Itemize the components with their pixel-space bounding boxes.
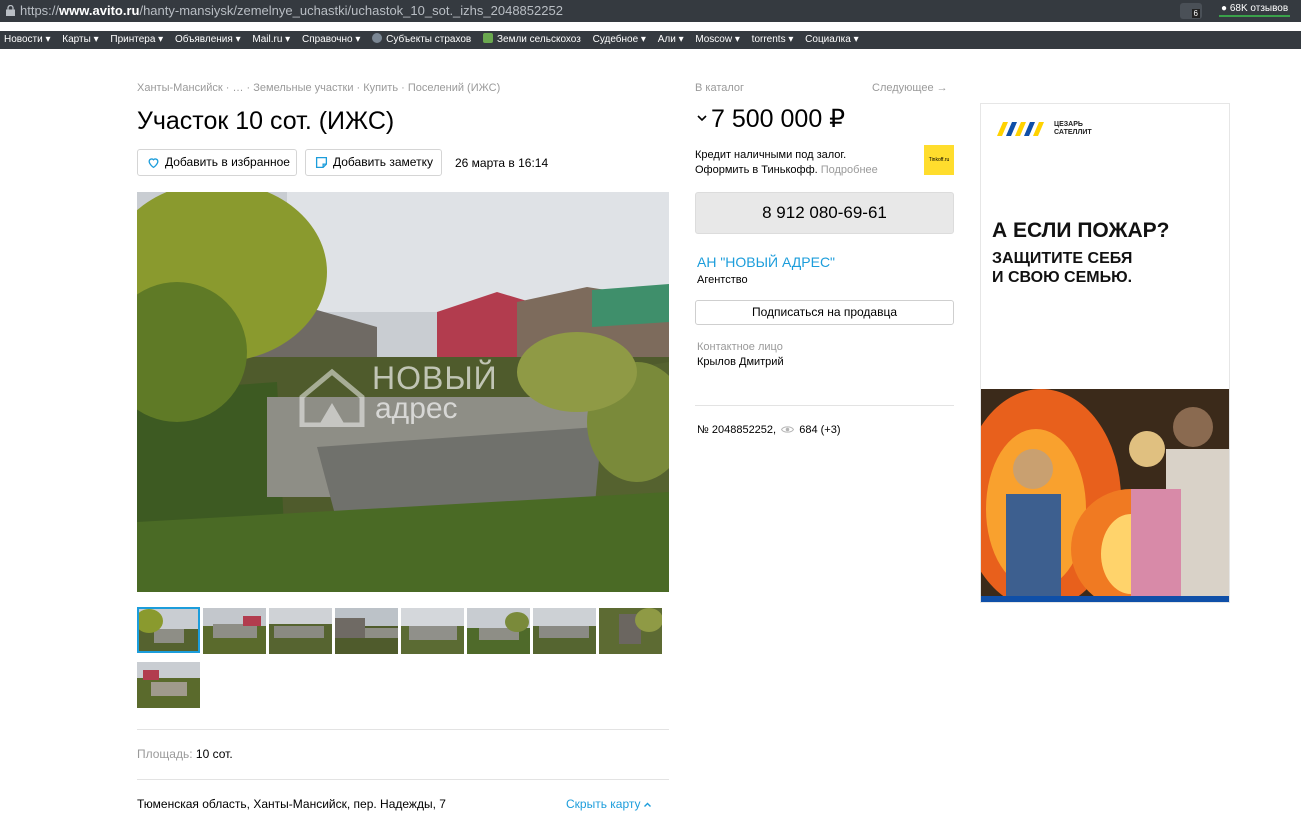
brand-stripes-icon xyxy=(997,122,1044,136)
bookmark-moscow[interactable]: Moscow ▾ xyxy=(695,31,739,49)
view-count: 684 (+3) xyxy=(799,424,841,436)
bookmark-ali[interactable]: Али ▾ xyxy=(658,31,684,49)
bookmark-farmland[interactable]: Земли сельскохоз xyxy=(483,31,581,49)
thumbnail[interactable] xyxy=(203,608,266,654)
browser-address-bar[interactable]: https://www.avito.ru/hanty-mansiysk/zeme… xyxy=(0,0,1301,22)
ad-headline: А ЕСЛИ ПОЖАР? xyxy=(992,219,1170,242)
watermark-text-2: адрес xyxy=(375,392,458,425)
bookmark-mailru[interactable]: Mail.ru ▾ xyxy=(252,31,290,49)
bookmarks-bar: Новости ▾ Карты ▾ Принтера ▾ Объявления … xyxy=(0,31,1301,49)
bookmark-printers[interactable]: Принтера ▾ xyxy=(110,31,163,49)
thumbnail[interactable] xyxy=(401,608,464,654)
thumbnail[interactable] xyxy=(137,662,200,708)
area-value: 10 сот. xyxy=(195,747,233,761)
seller-name-link[interactable]: АН "НОВЫЙ АДРЕС" xyxy=(697,254,835,270)
extension-badge: 6 xyxy=(1191,9,1200,18)
price[interactable]: 7 500 000 ₽ xyxy=(697,104,845,134)
reviews-badge[interactable]: ● 68K отзывов xyxy=(1219,2,1291,17)
divider xyxy=(137,729,669,730)
contact-name: Крылов Дмитрий xyxy=(697,356,784,368)
ad-banner[interactable]: ЦЕЗАРЬ САТЕЛЛИТ А ЕСЛИ ПОЖАР? ЗАЩИТИТЕ СЕ… xyxy=(980,103,1230,603)
subscribe-seller-button[interactable]: Подписаться на продавца xyxy=(695,300,954,325)
thumbnail[interactable] xyxy=(467,608,530,654)
credit-more-link[interactable]: Подробнее xyxy=(821,164,878,176)
lock-icon xyxy=(6,5,15,16)
globe-icon xyxy=(372,33,383,43)
show-phone-button[interactable]: 8 912 080-69-61 xyxy=(695,192,954,234)
contact-label: Контактное лицо xyxy=(697,341,783,353)
eye-icon xyxy=(781,426,795,433)
hide-map-link[interactable]: Скрыть карту xyxy=(566,797,651,811)
ad-brand: ЦЕЗАРЬ САТЕЛЛИТ xyxy=(1054,121,1092,136)
area-label: Площадь: xyxy=(137,747,193,761)
address: Тюменская область, Ханты-Мансийск, пер. … xyxy=(137,797,446,811)
chevron-down-icon xyxy=(697,115,707,122)
bookmark-news[interactable]: Новости ▾ xyxy=(4,31,51,49)
item-meta: № 2048852252, 684 (+3) xyxy=(697,424,841,436)
catalog-link[interactable]: В каталог xyxy=(695,82,744,94)
thumbnail[interactable] xyxy=(335,608,398,654)
publish-date: 26 марта в 16:14 xyxy=(455,156,549,170)
add-to-favorites-button[interactable]: Добавить в избранное xyxy=(137,149,297,176)
bookmark-social[interactable]: Социалка ▾ xyxy=(805,31,858,49)
ad-subline: ЗАЩИТИТЕ СЕБЯ И СВОЮ СЕМЬЮ. xyxy=(992,250,1133,286)
ad-fire-family-image xyxy=(981,389,1229,602)
note-icon xyxy=(315,156,328,169)
item-number: № 2048852252, xyxy=(697,424,777,436)
bookmark-maps[interactable]: Карты ▾ xyxy=(62,31,98,49)
page-title: Участок 10 сот. (ИЖС) xyxy=(137,107,395,135)
divider xyxy=(695,405,954,406)
area-field: Площадь: 10 сот. xyxy=(137,747,233,761)
site-icon xyxy=(483,33,493,43)
credit-offer: Кредит наличными под залог. Оформить в Т… xyxy=(695,149,878,176)
breadcrumb[interactable]: Ханты-Мансийск · … · Земельные участки ·… xyxy=(137,82,500,94)
bookmark-court[interactable]: Судебное ▾ xyxy=(593,31,646,49)
bookmark-ads[interactable]: Объявления ▾ xyxy=(175,31,241,49)
main-photo[interactable]: НОВЫЙ адрес xyxy=(137,192,669,592)
add-note-button[interactable]: Добавить заметку xyxy=(305,149,442,176)
seller-type: Агентство xyxy=(697,274,748,286)
chevron-up-icon xyxy=(643,802,651,807)
tinkoff-logo[interactable]: Tinkoff.ru xyxy=(924,145,954,175)
bookmark-insurance[interactable]: Субъекты страхов xyxy=(372,31,471,49)
thumbnail[interactable] xyxy=(269,608,332,654)
divider xyxy=(137,779,669,780)
bookmark-reference[interactable]: Справочно ▾ xyxy=(302,31,360,49)
next-link[interactable]: Следующее → xyxy=(872,82,948,94)
heart-icon xyxy=(148,158,159,169)
extension-icon[interactable]: 6 xyxy=(1180,3,1202,19)
bookmark-torrents[interactable]: torrents ▾ xyxy=(752,31,794,49)
thumbnail[interactable] xyxy=(599,608,662,654)
thumbnail[interactable] xyxy=(533,608,596,654)
thumbnail[interactable] xyxy=(137,607,200,653)
url-text[interactable]: https://www.avito.ru/hanty-mansiysk/zeme… xyxy=(20,0,563,22)
